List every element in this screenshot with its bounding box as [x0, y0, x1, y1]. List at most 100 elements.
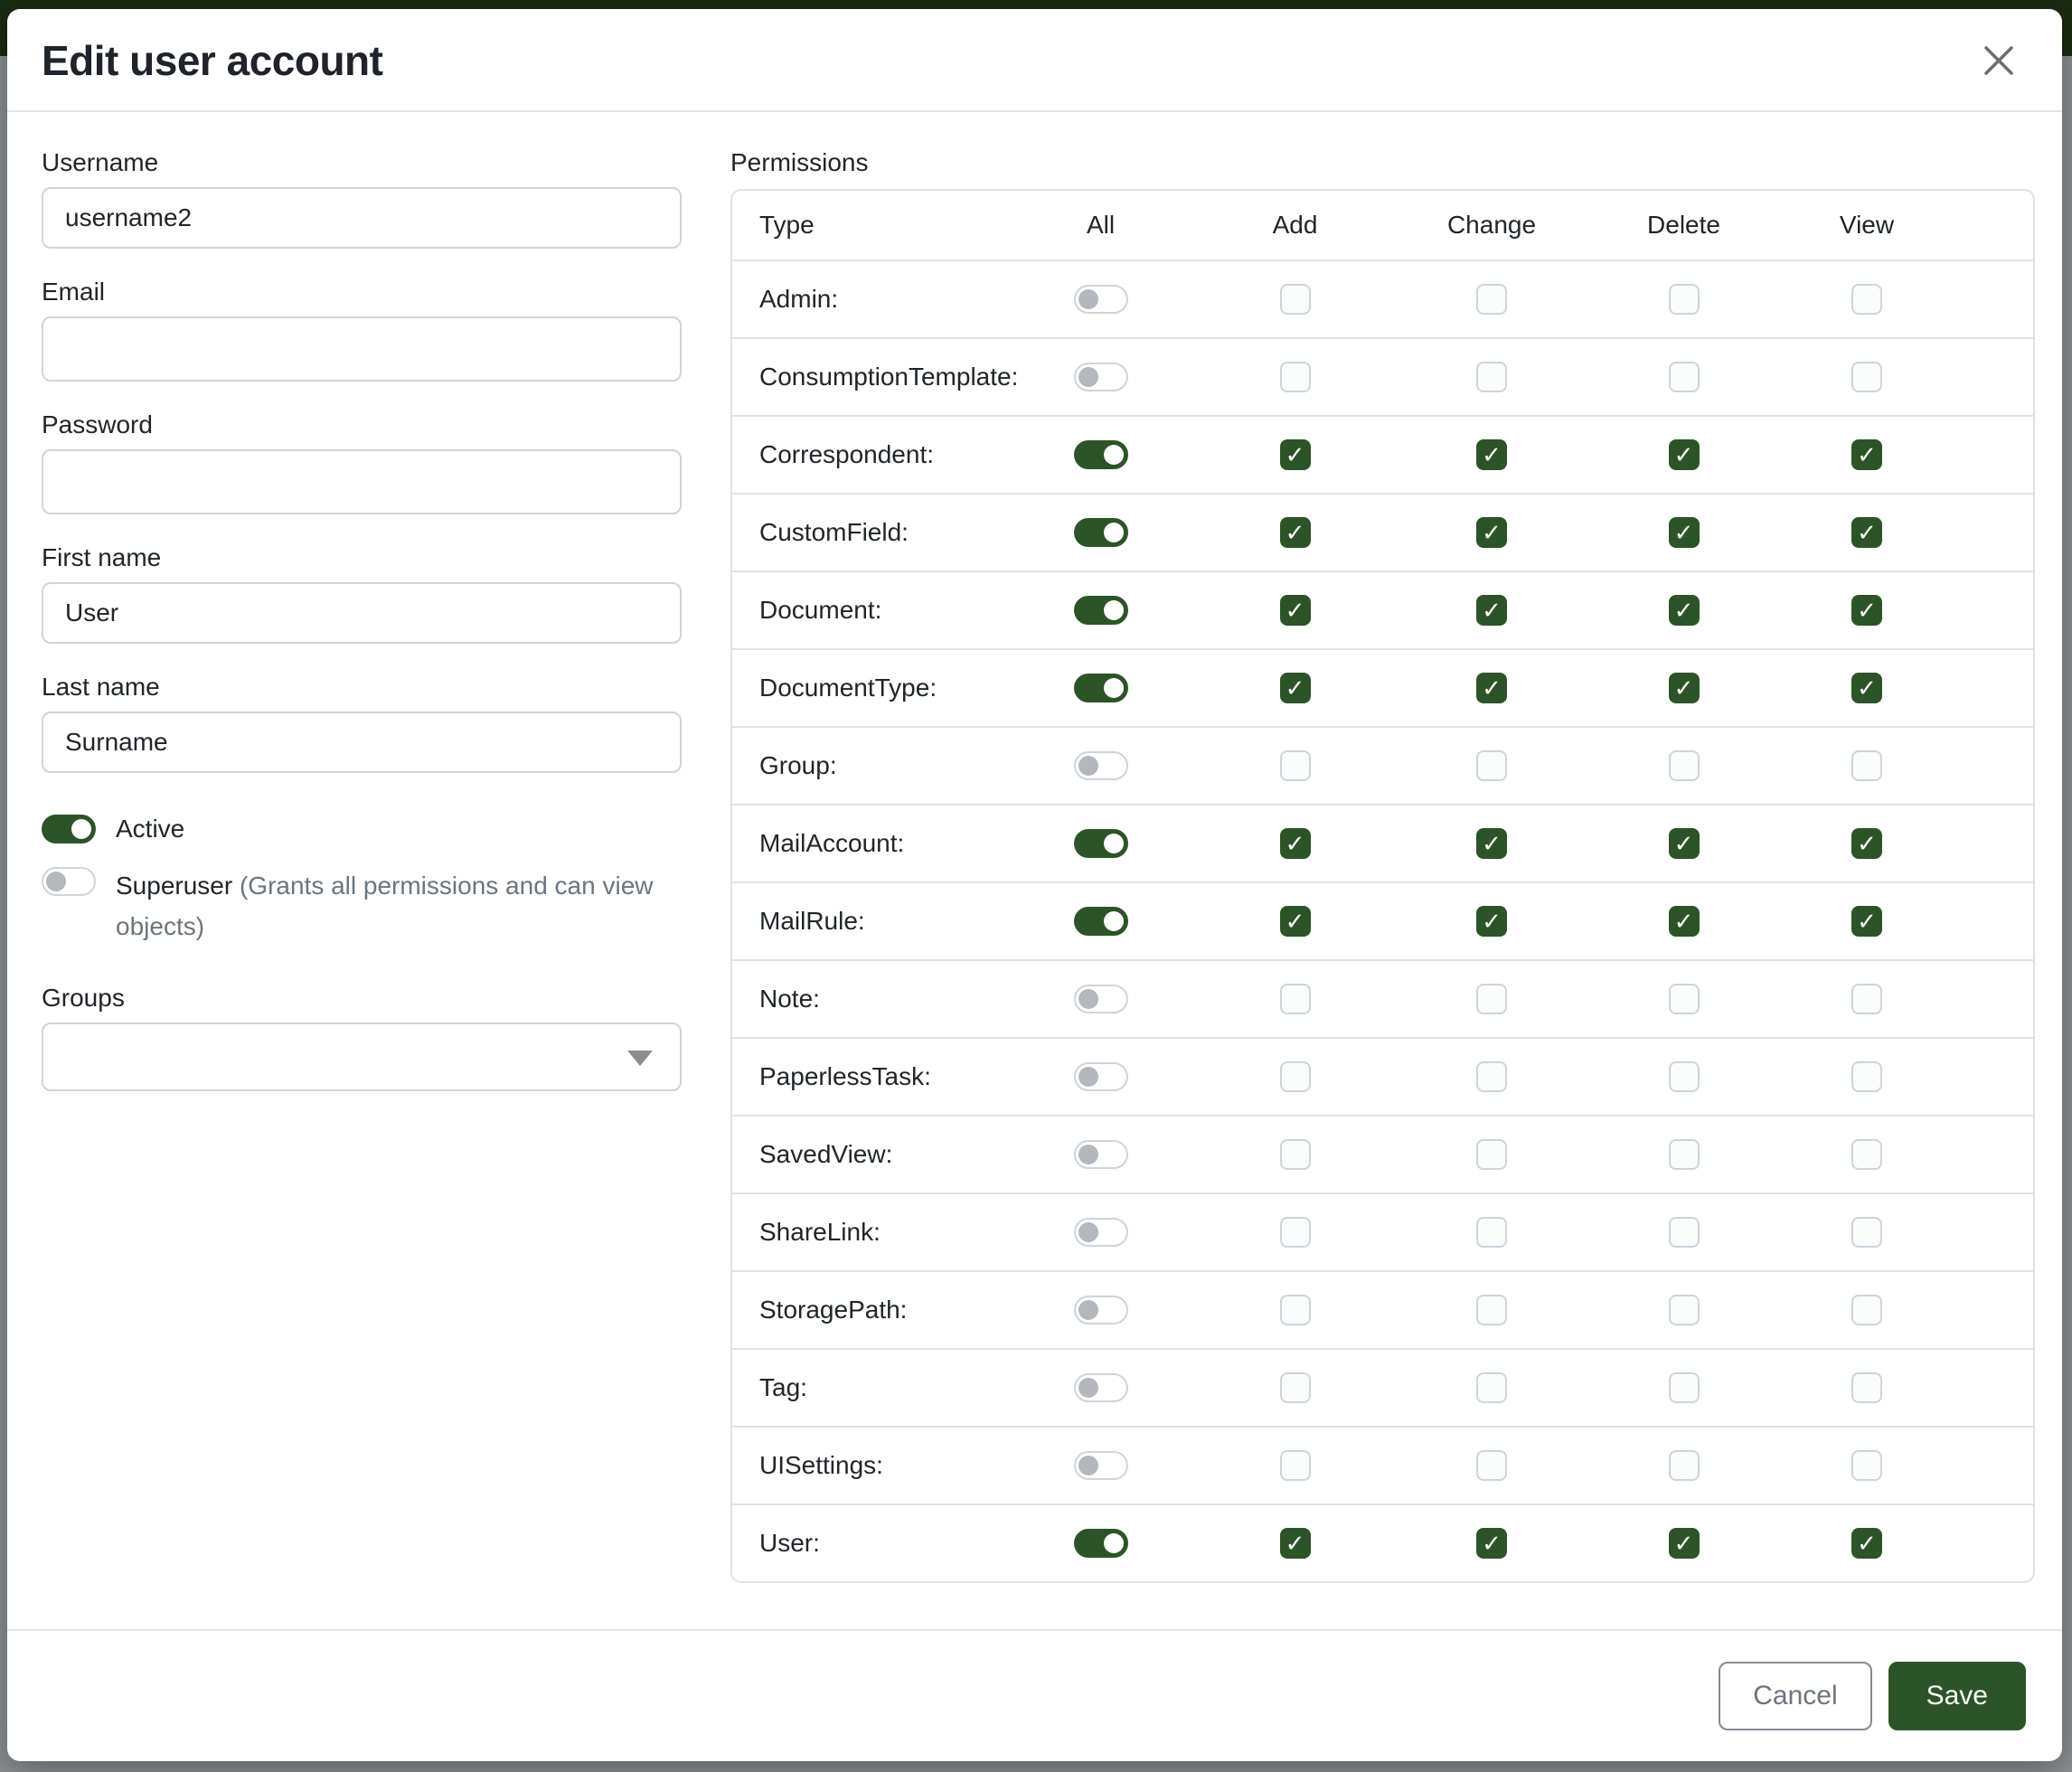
active-toggle[interactable]	[42, 815, 96, 844]
permission-view-checkbox[interactable]	[1851, 984, 1882, 1014]
permission-view-checkbox[interactable]	[1851, 595, 1882, 626]
permission-delete-checkbox[interactable]	[1669, 906, 1700, 937]
permission-delete-checkbox[interactable]	[1669, 1061, 1700, 1092]
permission-delete-checkbox[interactable]	[1669, 1217, 1700, 1248]
permission-change-checkbox[interactable]	[1476, 517, 1507, 548]
permission-add-checkbox[interactable]	[1280, 750, 1311, 781]
permission-all-toggle[interactable]	[1074, 1140, 1128, 1169]
permission-all-toggle[interactable]	[1074, 363, 1128, 391]
permission-change-checkbox[interactable]	[1476, 984, 1507, 1014]
permission-change-checkbox[interactable]	[1476, 673, 1507, 703]
permission-add-checkbox[interactable]	[1280, 517, 1311, 548]
permission-delete-checkbox[interactable]	[1669, 439, 1700, 470]
permission-delete-checkbox[interactable]	[1669, 595, 1700, 626]
permission-all-toggle[interactable]	[1074, 1296, 1128, 1324]
permission-delete-checkbox[interactable]	[1669, 673, 1700, 703]
permission-add-checkbox[interactable]	[1280, 1528, 1311, 1559]
permission-view-checkbox[interactable]	[1851, 517, 1882, 548]
permission-delete-checkbox[interactable]	[1669, 1372, 1700, 1403]
username-input[interactable]	[42, 187, 682, 249]
permission-delete-checkbox[interactable]	[1669, 828, 1700, 859]
permission-view-checkbox[interactable]	[1851, 284, 1882, 315]
save-button[interactable]: Save	[1888, 1662, 2026, 1730]
permission-add-checkbox[interactable]	[1280, 906, 1311, 937]
permission-view-checkbox[interactable]	[1851, 1450, 1882, 1481]
permission-view-checkbox[interactable]	[1851, 1139, 1882, 1170]
permission-change-checkbox[interactable]	[1476, 362, 1507, 392]
permission-delete-checkbox[interactable]	[1669, 362, 1700, 392]
permission-all-toggle[interactable]	[1074, 829, 1128, 858]
permission-change-checkbox[interactable]	[1476, 750, 1507, 781]
superuser-text: Superuser (Grants all permissions and ca…	[116, 865, 682, 947]
permission-add-checkbox[interactable]	[1280, 595, 1311, 626]
email-field[interactable]	[42, 316, 682, 382]
last-name-input[interactable]	[42, 712, 682, 773]
permission-add-checkbox[interactable]	[1280, 1061, 1311, 1092]
permission-delete-checkbox[interactable]	[1669, 517, 1700, 548]
permission-all-toggle[interactable]	[1074, 1529, 1128, 1558]
permission-add-checkbox[interactable]	[1280, 439, 1311, 470]
permission-view-checkbox[interactable]	[1851, 1217, 1882, 1248]
permission-add-checkbox[interactable]	[1280, 1295, 1311, 1325]
permission-view-checkbox[interactable]	[1851, 1295, 1882, 1325]
permission-all-toggle[interactable]	[1074, 1062, 1128, 1091]
permission-view-checkbox[interactable]	[1851, 828, 1882, 859]
superuser-toggle[interactable]	[42, 867, 96, 896]
permission-add-checkbox[interactable]	[1280, 828, 1311, 859]
permission-delete-checkbox[interactable]	[1669, 750, 1700, 781]
permission-all-toggle[interactable]	[1074, 751, 1128, 780]
permission-view-checkbox[interactable]	[1851, 673, 1882, 703]
permission-all-toggle[interactable]	[1074, 1451, 1128, 1480]
permission-add-checkbox[interactable]	[1280, 1217, 1311, 1248]
permission-all-toggle[interactable]	[1074, 440, 1128, 469]
permission-all-toggle[interactable]	[1074, 518, 1128, 547]
permission-all-toggle[interactable]	[1074, 285, 1128, 314]
permission-change-checkbox[interactable]	[1476, 1217, 1507, 1248]
permission-change-checkbox[interactable]	[1476, 1061, 1507, 1092]
permission-add-checkbox[interactable]	[1280, 284, 1311, 315]
permission-change-checkbox[interactable]	[1476, 828, 1507, 859]
cancel-button[interactable]: Cancel	[1719, 1662, 1871, 1730]
permission-change-checkbox[interactable]	[1476, 284, 1507, 315]
permission-change-checkbox[interactable]	[1476, 595, 1507, 626]
permission-view-checkbox[interactable]	[1851, 1372, 1882, 1403]
permission-add-checkbox[interactable]	[1280, 1372, 1311, 1403]
permission-delete-checkbox[interactable]	[1669, 1295, 1700, 1325]
permission-delete-checkbox[interactable]	[1669, 1450, 1700, 1481]
permission-type-label: CustomField:	[732, 518, 1003, 547]
permission-add-checkbox[interactable]	[1280, 984, 1311, 1014]
permission-add-checkbox[interactable]	[1280, 362, 1311, 392]
permission-delete-checkbox[interactable]	[1669, 984, 1700, 1014]
permission-all-toggle[interactable]	[1074, 596, 1128, 625]
permission-all-toggle[interactable]	[1074, 907, 1128, 936]
permission-all-toggle[interactable]	[1074, 1218, 1128, 1247]
close-button[interactable]	[1975, 37, 2022, 84]
permission-delete-checkbox[interactable]	[1669, 1528, 1700, 1559]
permission-view-checkbox[interactable]	[1851, 439, 1882, 470]
permission-all-toggle[interactable]	[1074, 674, 1128, 702]
password-field[interactable]	[42, 449, 682, 514]
permission-type-label: UISettings:	[732, 1451, 1003, 1480]
permission-change-checkbox[interactable]	[1476, 1372, 1507, 1403]
permission-add-checkbox[interactable]	[1280, 1139, 1311, 1170]
permission-view-checkbox[interactable]	[1851, 906, 1882, 937]
column-header-type: Type	[732, 211, 1003, 240]
permission-view-checkbox[interactable]	[1851, 1061, 1882, 1092]
permission-change-checkbox[interactable]	[1476, 906, 1507, 937]
permission-change-checkbox[interactable]	[1476, 1139, 1507, 1170]
permission-view-checkbox[interactable]	[1851, 1528, 1882, 1559]
permission-change-checkbox[interactable]	[1476, 1295, 1507, 1325]
groups-select[interactable]	[42, 1023, 682, 1091]
permission-delete-checkbox[interactable]	[1669, 1139, 1700, 1170]
permission-change-checkbox[interactable]	[1476, 1528, 1507, 1559]
first-name-input[interactable]	[42, 582, 682, 644]
permission-change-checkbox[interactable]	[1476, 1450, 1507, 1481]
permission-all-toggle[interactable]	[1074, 1373, 1128, 1402]
permission-delete-checkbox[interactable]	[1669, 284, 1700, 315]
permission-add-checkbox[interactable]	[1280, 673, 1311, 703]
permission-view-checkbox[interactable]	[1851, 362, 1882, 392]
permission-add-checkbox[interactable]	[1280, 1450, 1311, 1481]
permission-all-toggle[interactable]	[1074, 985, 1128, 1013]
permission-change-checkbox[interactable]	[1476, 439, 1507, 470]
permission-view-checkbox[interactable]	[1851, 750, 1882, 781]
